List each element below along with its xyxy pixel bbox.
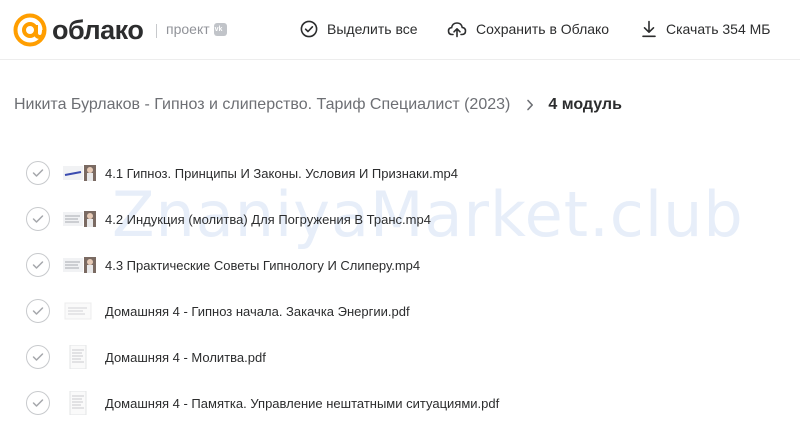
divider bbox=[156, 24, 157, 38]
logo-text: облако bbox=[52, 15, 144, 45]
file-name[interactable]: Домашняя 4 - Молитва.pdf bbox=[105, 350, 266, 365]
row-checkbox[interactable] bbox=[26, 345, 50, 369]
save-to-cloud-label: Сохранить в Облако bbox=[476, 21, 610, 37]
check-icon bbox=[32, 353, 44, 361]
cloud-upload-icon bbox=[447, 22, 467, 38]
file-name[interactable]: Домашняя 4 - Гипноз начала. Закачка Энер… bbox=[105, 304, 410, 319]
file-name[interactable]: 4.3 Практические Советы Гипнологу И Слип… bbox=[105, 258, 420, 273]
check-icon bbox=[32, 215, 44, 223]
video-thumbnail bbox=[63, 209, 97, 229]
breadcrumb-current-folder: 4 модуль bbox=[548, 96, 622, 113]
check-circle-icon bbox=[300, 20, 318, 38]
row-checkbox[interactable] bbox=[26, 391, 50, 415]
row-checkbox[interactable] bbox=[26, 207, 50, 231]
project-label: проект vk bbox=[166, 21, 227, 37]
file-row[interactable]: 4.2 Индукция (молитва) Для Погружения В … bbox=[0, 196, 800, 242]
file-row[interactable]: 4.1 Гипноз. Принципы И Законы. Условия И… bbox=[0, 150, 800, 196]
download-icon bbox=[642, 20, 656, 38]
video-thumbnail bbox=[63, 255, 97, 275]
pdf-thumbnail bbox=[63, 345, 97, 369]
oblako-logo[interactable]: облако bbox=[13, 13, 144, 47]
chevron-right-icon bbox=[527, 99, 534, 111]
top-bar: облако проект vk Выделить все Сохранить … bbox=[0, 0, 800, 60]
row-checkbox[interactable] bbox=[26, 161, 50, 185]
breadcrumb: Никита Бурлаков - Гипноз и слиперство. Т… bbox=[14, 96, 622, 114]
download-label: Скачать 354 МБ bbox=[666, 21, 771, 37]
file-name[interactable]: 4.2 Индукция (молитва) Для Погружения В … bbox=[105, 212, 431, 227]
breadcrumb-parent-folder[interactable]: Никита Бурлаков - Гипноз и слиперство. Т… bbox=[14, 96, 510, 114]
save-to-cloud-button[interactable]: Сохранить в Облако bbox=[447, 20, 609, 38]
select-all-button[interactable]: Выделить все bbox=[300, 20, 418, 38]
check-icon bbox=[32, 169, 44, 177]
select-all-label: Выделить все bbox=[327, 21, 418, 37]
check-icon bbox=[32, 261, 44, 269]
vk-badge-text: vk bbox=[214, 25, 223, 33]
vk-icon: vk bbox=[213, 22, 227, 36]
file-row[interactable]: Домашняя 4 - Молитва.pdf bbox=[0, 334, 800, 380]
video-thumbnail bbox=[63, 163, 97, 183]
pdf-thumbnail bbox=[63, 301, 97, 321]
file-row[interactable]: Домашняя 4 - Памятка. Управление нештатн… bbox=[0, 380, 800, 426]
at-sign-icon bbox=[13, 13, 47, 47]
file-row[interactable]: 4.3 Практические Советы Гипнологу И Слип… bbox=[0, 242, 800, 288]
check-icon bbox=[32, 307, 44, 315]
check-icon bbox=[32, 399, 44, 407]
download-button[interactable]: Скачать 354 МБ bbox=[641, 20, 771, 38]
file-row[interactable]: Домашняя 4 - Гипноз начала. Закачка Энер… bbox=[0, 288, 800, 334]
row-checkbox[interactable] bbox=[26, 253, 50, 277]
row-checkbox[interactable] bbox=[26, 299, 50, 323]
file-name[interactable]: 4.1 Гипноз. Принципы И Законы. Условия И… bbox=[105, 166, 458, 181]
file-name[interactable]: Домашняя 4 - Памятка. Управление нештатн… bbox=[105, 396, 499, 411]
pdf-thumbnail bbox=[63, 391, 97, 415]
project-text: проект bbox=[166, 21, 210, 37]
